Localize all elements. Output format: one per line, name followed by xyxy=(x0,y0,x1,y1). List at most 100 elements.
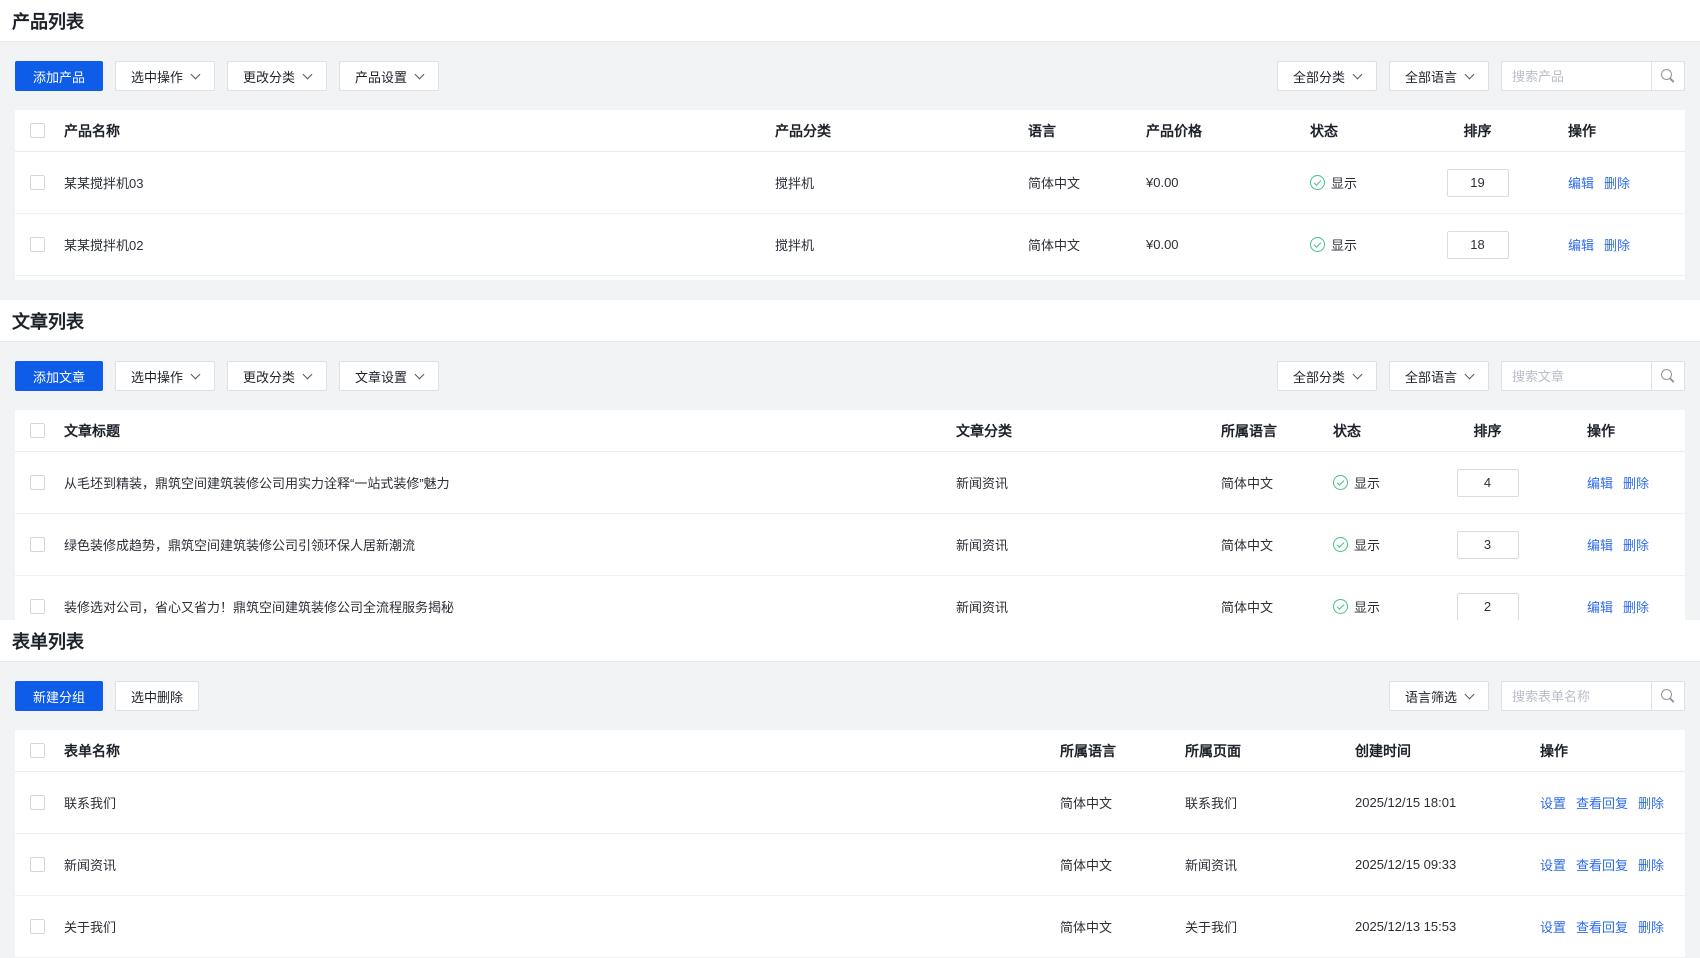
product-section-title-bar: 产品列表 xyxy=(0,0,1700,42)
change-category-dropdown[interactable]: 更改分类 xyxy=(227,61,327,91)
row-checkbox[interactable] xyxy=(30,475,45,490)
search-button[interactable] xyxy=(1651,681,1685,711)
chevron-down-icon xyxy=(191,369,201,379)
row-checkbox[interactable] xyxy=(30,857,45,872)
form-name: 联系我们 xyxy=(60,793,1060,812)
product-section: 产品列表 添加产品 选中操作 更改分类 产品设置 全部分类 全部语言 xyxy=(0,0,1700,280)
form-toolbar: 新建分组 选中删除 语言筛选 xyxy=(0,662,1700,730)
sort-order-input[interactable] xyxy=(1457,531,1519,559)
status-label: 显示 xyxy=(1354,473,1380,492)
category-filter-dropdown[interactable]: 全部分类 xyxy=(1277,61,1377,91)
delete-link[interactable]: 删除 xyxy=(1638,917,1664,936)
filter-label: 全部语言 xyxy=(1405,67,1457,86)
sort-order-input[interactable] xyxy=(1447,231,1509,259)
row-actions: 编辑 删除 xyxy=(1535,535,1685,554)
edit-link[interactable]: 编辑 xyxy=(1568,235,1594,254)
article-section-title-bar: 文章列表 xyxy=(0,300,1700,342)
product-settings-dropdown[interactable]: 产品设置 xyxy=(339,61,439,91)
search-button[interactable] xyxy=(1651,61,1685,91)
chevron-down-icon xyxy=(1353,369,1363,379)
delete-link[interactable]: 删除 xyxy=(1638,793,1664,812)
article-language: 简体中文 xyxy=(1221,597,1333,616)
status-label: 显示 xyxy=(1331,235,1357,254)
language-filter-dropdown[interactable]: 全部语言 xyxy=(1389,361,1489,391)
sort-order-input[interactable] xyxy=(1457,469,1519,497)
change-category-dropdown[interactable]: 更改分类 xyxy=(227,361,327,391)
settings-link[interactable]: 设置 xyxy=(1540,917,1566,936)
product-toolbar: 添加产品 选中操作 更改分类 产品设置 全部分类 全部语言 xyxy=(0,42,1700,110)
search-product-input[interactable] xyxy=(1501,61,1651,91)
table-row: 装修选对公司，省心又省力！鼎筑空间建筑装修公司全流程服务揭秘 新闻资讯 简体中文… xyxy=(15,576,1685,620)
article-toolbar: 添加文章 选中操作 更改分类 文章设置 全部分类 全部语言 xyxy=(0,342,1700,410)
selected-actions-dropdown[interactable]: 选中操作 xyxy=(115,61,215,91)
form-language: 简体中文 xyxy=(1060,855,1185,874)
sort-cell xyxy=(1440,469,1535,497)
row-checkbox[interactable] xyxy=(30,175,45,190)
delete-link[interactable]: 删除 xyxy=(1604,173,1630,192)
row-checkbox[interactable] xyxy=(30,919,45,934)
edit-link[interactable]: 编辑 xyxy=(1587,473,1613,492)
dropdown-label: 选中操作 xyxy=(131,367,183,386)
edit-link[interactable]: 编辑 xyxy=(1587,597,1613,616)
search-button[interactable] xyxy=(1651,361,1685,391)
form-language: 简体中文 xyxy=(1060,917,1185,936)
delete-link[interactable]: 删除 xyxy=(1638,855,1664,874)
row-checkbox[interactable] xyxy=(30,237,45,252)
form-table: 表单名称 所属语言 所属页面 创建时间 操作 联系我们 简体中文 联系我们 20… xyxy=(15,730,1685,958)
row-checkbox[interactable] xyxy=(30,795,45,810)
select-all-checkbox[interactable] xyxy=(30,743,45,758)
table-row: 关于我们 简体中文 关于我们 2025/12/13 15:53 设置 查看回复 … xyxy=(15,896,1685,958)
view-replies-link[interactable]: 查看回复 xyxy=(1576,855,1628,874)
select-all-checkbox[interactable] xyxy=(30,423,45,438)
category-filter-dropdown[interactable]: 全部分类 xyxy=(1277,361,1377,391)
row-actions: 设置 查看回复 删除 xyxy=(1540,917,1685,936)
delete-link[interactable]: 删除 xyxy=(1623,535,1649,554)
add-product-button[interactable]: 添加产品 xyxy=(15,61,103,91)
sort-cell xyxy=(1440,531,1535,559)
chevron-down-icon xyxy=(1465,689,1475,699)
status-check-icon xyxy=(1310,237,1325,252)
article-toolbar-left: 添加文章 选中操作 更改分类 文章设置 xyxy=(15,361,439,391)
article-table-header: 文章标题 文章分类 所属语言 状态 排序 操作 xyxy=(15,410,1685,452)
sort-order-input[interactable] xyxy=(1457,593,1519,621)
edit-link[interactable]: 编辑 xyxy=(1568,173,1594,192)
select-all-checkbox[interactable] xyxy=(30,123,45,138)
article-language: 简体中文 xyxy=(1221,473,1333,492)
filter-label: 全部分类 xyxy=(1293,367,1345,386)
add-article-button[interactable]: 添加文章 xyxy=(15,361,103,391)
new-group-button[interactable]: 新建分组 xyxy=(15,681,103,711)
search-form-input[interactable] xyxy=(1501,681,1651,711)
search-article-input[interactable] xyxy=(1501,361,1651,391)
view-replies-link[interactable]: 查看回复 xyxy=(1576,793,1628,812)
form-created-time: 2025/12/15 18:01 xyxy=(1355,795,1540,810)
dropdown-label: 更改分类 xyxy=(243,367,295,386)
row-checkbox[interactable] xyxy=(30,537,45,552)
dropdown-label: 文章设置 xyxy=(355,367,407,386)
product-category: 搅拌机 xyxy=(775,235,1028,254)
column-header: 操作 xyxy=(1520,121,1685,141)
row-checkbox[interactable] xyxy=(30,599,45,614)
settings-link[interactable]: 设置 xyxy=(1540,855,1566,874)
page-title: 文章列表 xyxy=(12,308,84,334)
language-filter-dropdown[interactable]: 全部语言 xyxy=(1389,61,1489,91)
view-replies-link[interactable]: 查看回复 xyxy=(1576,917,1628,936)
sort-order-input[interactable] xyxy=(1447,169,1509,197)
sort-cell xyxy=(1435,231,1520,259)
status-check-icon xyxy=(1333,599,1348,614)
settings-link[interactable]: 设置 xyxy=(1540,793,1566,812)
column-header: 所属页面 xyxy=(1185,741,1355,761)
delete-link[interactable]: 删除 xyxy=(1623,473,1649,492)
selected-actions-dropdown[interactable]: 选中操作 xyxy=(115,361,215,391)
search-icon xyxy=(1661,69,1676,84)
delete-link[interactable]: 删除 xyxy=(1604,235,1630,254)
delete-selected-button[interactable]: 选中删除 xyxy=(115,681,199,711)
status-label: 显示 xyxy=(1354,535,1380,554)
article-settings-dropdown[interactable]: 文章设置 xyxy=(339,361,439,391)
delete-link[interactable]: 删除 xyxy=(1623,597,1649,616)
edit-link[interactable]: 编辑 xyxy=(1587,535,1613,554)
search-icon xyxy=(1661,369,1676,384)
column-header: 产品分类 xyxy=(775,121,1028,141)
language-filter-dropdown[interactable]: 语言筛选 xyxy=(1389,681,1489,711)
status-badge: 显示 xyxy=(1310,235,1435,254)
form-language: 简体中文 xyxy=(1060,793,1185,812)
